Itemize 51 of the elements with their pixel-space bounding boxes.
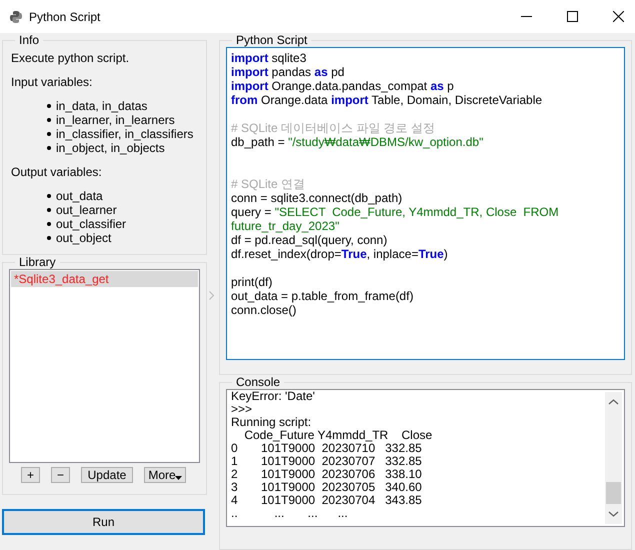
library-button[interactable]: − xyxy=(51,467,70,483)
console-line: .. ... ... ... xyxy=(231,507,349,520)
console-line: >>> xyxy=(231,403,252,416)
console-line: 0 101T9000 20230710 332.85 xyxy=(231,442,423,455)
code-line: # SQLite 데이터베이스 파일 경로 설정 xyxy=(231,121,436,135)
output-variable: out_learner xyxy=(47,203,117,217)
code-line: import pandas as pd xyxy=(231,65,346,79)
code-line: import Orange.data.pandas_compat as p xyxy=(231,79,455,93)
console-line: 3 101T9000 20230705 340.60 xyxy=(231,481,423,494)
group-title: Console xyxy=(235,375,282,389)
python-logo-icon xyxy=(9,10,23,24)
more-button[interactable]: More xyxy=(144,467,186,483)
console-line: 1 101T9000 20230707 332.85 xyxy=(231,455,423,468)
code-line: conn.close() xyxy=(231,303,298,317)
code-line: future_tr_day_2023" xyxy=(231,219,340,233)
input-variable: in_data, in_datas xyxy=(47,99,148,113)
input-variable: in_learner, in_learners xyxy=(47,113,175,127)
info-text: Execute python script. xyxy=(11,51,130,65)
group-title: Info xyxy=(18,33,40,47)
close-icon[interactable] xyxy=(613,11,624,22)
code-line: from Orange.data import Table, Domain, DiscreteVariable xyxy=(231,93,544,107)
console-line: Code_Future Y4mmdd_TR Close xyxy=(244,429,434,442)
library-button[interactable]: + xyxy=(21,467,40,483)
code-line: out_data = p.table_from_frame(df) xyxy=(231,289,414,303)
code-line: df = pd.read_sql(query, conn) xyxy=(231,233,388,247)
output-variable: out_data xyxy=(47,189,103,203)
code-line: conn = sqlite3.connect(db_path) xyxy=(231,191,404,205)
console-line: Running script: xyxy=(231,416,312,429)
code-line: db_path = "/study₩data₩DBMS/kw_option.db" xyxy=(231,135,484,149)
info-heading: Input variables: xyxy=(11,75,94,89)
window-title: Python Script xyxy=(29,10,100,24)
code-line: df.reset_index(drop=True, inplace=True) xyxy=(231,247,449,261)
input-variable: in_object, in_objects xyxy=(47,141,165,155)
library-button[interactable]: Update xyxy=(81,467,133,483)
console-line: 2 101T9000 20230706 338.10 xyxy=(231,468,423,481)
output-variable: out_object xyxy=(47,231,112,245)
console-line: 4 101T9000 20230704 343.85 xyxy=(231,494,423,507)
scrollbar-drawing[interactable] xyxy=(605,392,622,524)
group-title: Python Script xyxy=(235,33,308,47)
info-heading: Output variables: xyxy=(11,165,103,179)
input-variable: in_classifier, in_classifiers xyxy=(47,127,194,141)
code-line: # SQLite 연결 xyxy=(231,177,306,191)
console-line: KeyError: 'Date' xyxy=(231,390,316,403)
maximize-icon[interactable] xyxy=(567,11,578,22)
code-line: print(df) xyxy=(231,275,274,289)
run-button[interactable]: Run xyxy=(2,509,205,535)
output-variable: out_classifier xyxy=(47,217,126,231)
code-line: import sqlite3 xyxy=(231,51,308,65)
group-title: Library xyxy=(18,255,57,269)
caret-icon xyxy=(174,476,182,480)
code-line: query = "SELECT Code_Future, Y4mmdd_TR, Close FROM xyxy=(231,205,560,219)
